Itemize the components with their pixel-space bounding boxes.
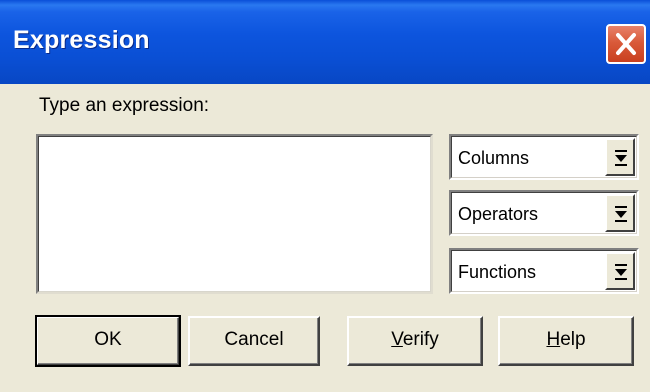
drop-arrow-icon — [615, 264, 627, 280]
drop-arrow-icon — [615, 150, 627, 166]
expression-dialog: Expression Type an expression: Columns O… — [0, 0, 650, 392]
close-x-icon — [616, 33, 636, 55]
functions-dropdown-field: Functions — [451, 250, 637, 292]
cancel-button[interactable]: Cancel — [188, 316, 320, 366]
functions-dropdown-value: Functions — [458, 262, 537, 282]
cancel-button-label: Cancel — [224, 329, 284, 350]
close-button[interactable] — [606, 24, 646, 64]
columns-dropdown-arrow-button[interactable] — [605, 138, 635, 176]
columns-dropdown-field: Columns — [451, 136, 637, 178]
expression-input[interactable] — [38, 136, 431, 292]
columns-dropdown[interactable]: Columns — [449, 134, 639, 180]
columns-dropdown-value: Columns — [458, 148, 530, 168]
operators-dropdown-field: Operators — [451, 192, 637, 234]
ok-button[interactable]: OK — [35, 315, 181, 367]
operators-dropdown[interactable]: Operators — [449, 190, 639, 236]
help-button-label: elp — [560, 329, 586, 350]
operators-dropdown-value: Operators — [458, 204, 539, 224]
verify-button[interactable]: Verify — [347, 316, 483, 366]
drop-arrow-icon — [615, 206, 627, 222]
expression-input-frame — [36, 134, 433, 294]
title-bar[interactable]: Expression — [0, 0, 650, 84]
window-title: Expression — [13, 26, 150, 54]
help-button-mnemonic: H — [546, 329, 561, 350]
functions-dropdown[interactable]: Functions — [449, 248, 639, 294]
functions-dropdown-arrow-button[interactable] — [605, 252, 635, 290]
expression-prompt-label: Type an expression: — [39, 95, 210, 116]
help-button[interactable]: Help — [498, 316, 634, 366]
operators-dropdown-arrow-button[interactable] — [605, 194, 635, 232]
verify-button-mnemonic: V — [391, 329, 403, 350]
ok-button-label: OK — [94, 329, 122, 350]
verify-button-label: erify — [402, 329, 439, 350]
